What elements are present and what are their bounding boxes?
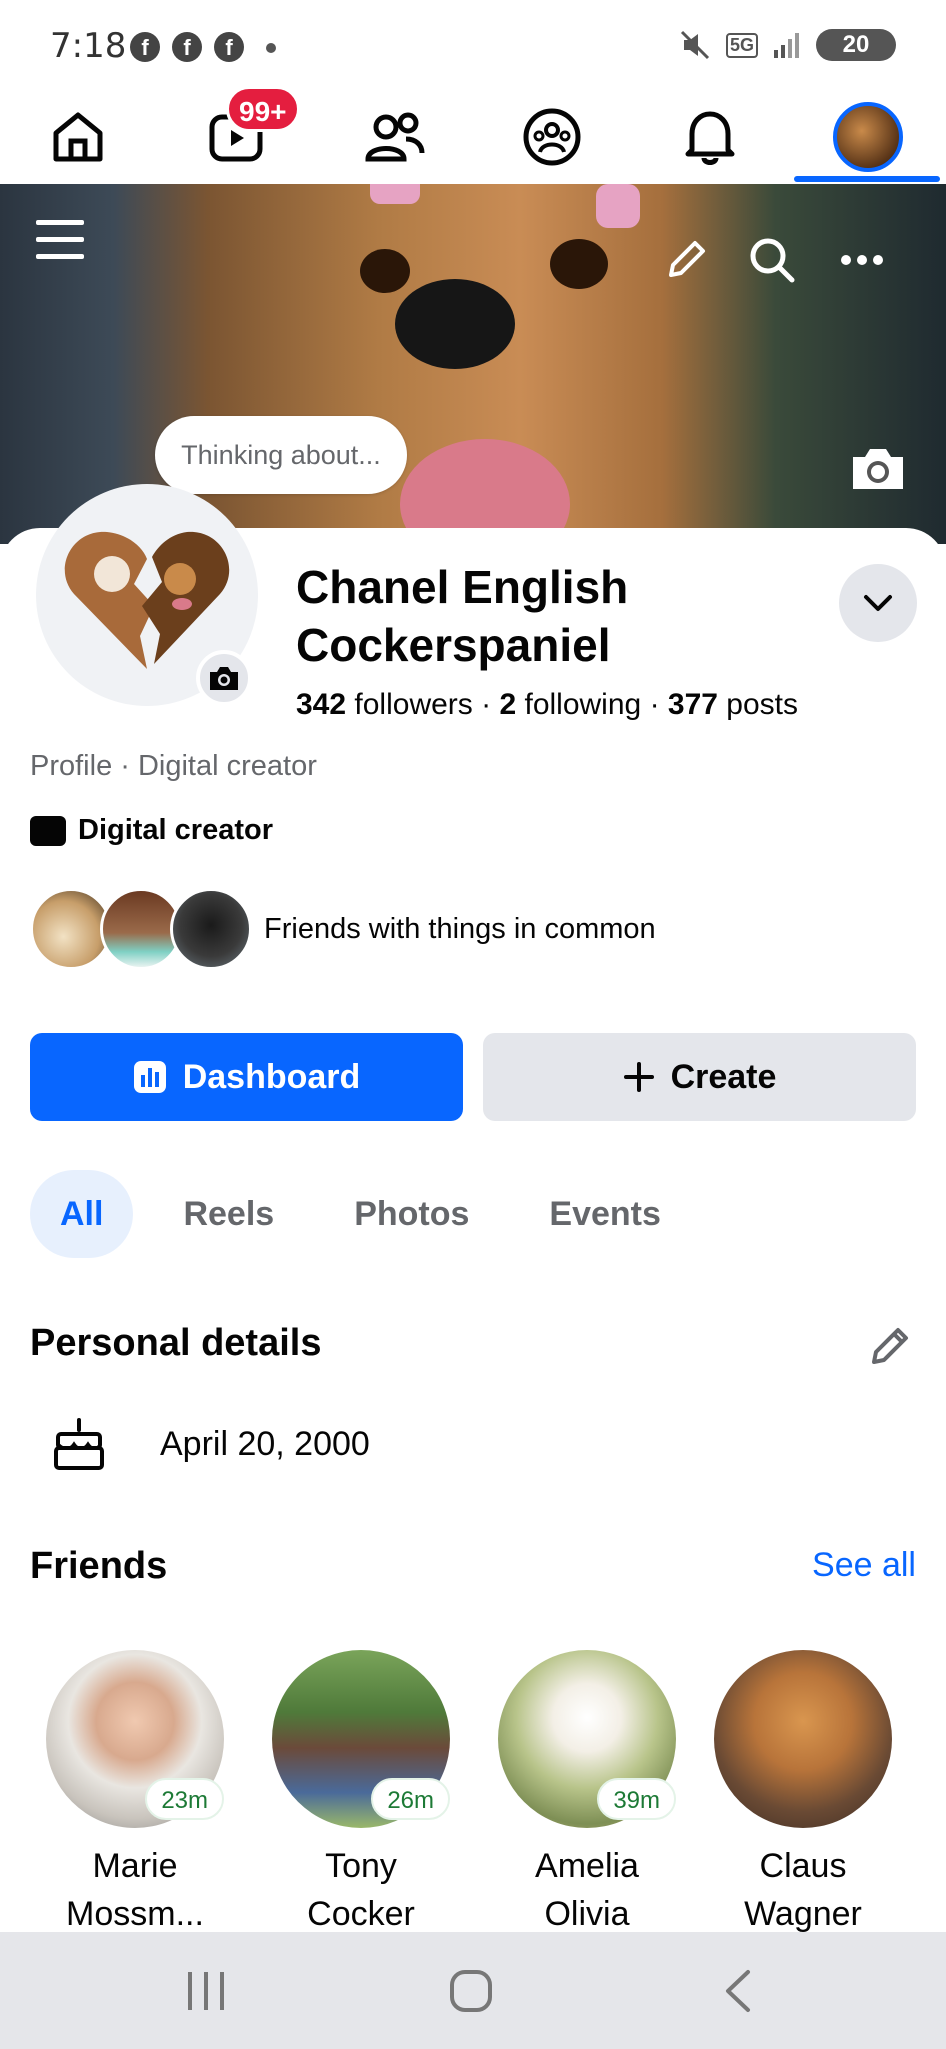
birthday-date: April 20, 2000 [160, 1424, 370, 1463]
top-navigation [0, 90, 946, 184]
tab-photos[interactable]: Photos [324, 1170, 499, 1258]
edit-cover-icon[interactable] [660, 234, 712, 286]
profile-name: Chanel English Cockerspaniel [296, 561, 629, 671]
friend-photo: 39m [498, 1650, 676, 1828]
dashboard-button[interactable]: Dashboard [30, 1033, 463, 1121]
profile-category: Digital creator [30, 814, 273, 847]
groups-icon [523, 108, 581, 166]
avatar-camera-icon[interactable] [196, 650, 252, 706]
tab-reels[interactable]: Reels [153, 1170, 304, 1258]
network-type-icon: 5G [725, 32, 758, 58]
edit-details-icon[interactable] [868, 1322, 914, 1373]
common-friend-avatar [170, 888, 252, 970]
notification-dot-icon [266, 43, 276, 53]
signal-icon [774, 33, 799, 58]
nav-friends[interactable] [324, 90, 464, 184]
facebook-notification-icon: f [214, 32, 244, 62]
tab-events[interactable]: Events [519, 1170, 691, 1258]
friend-active-time: 39m [597, 1778, 676, 1820]
cover-camera-icon[interactable] [848, 440, 908, 496]
friend-photo: 23m [46, 1650, 224, 1828]
clapperboard-icon [30, 815, 66, 846]
friend-active-time: 23m [145, 1778, 224, 1820]
search-icon[interactable] [746, 234, 798, 286]
friends-in-common[interactable]: Friends with things in common [30, 888, 656, 970]
friend-card[interactable]: Claus Wagner [703, 1650, 903, 1938]
cake-icon [54, 1418, 104, 1470]
following-label[interactable]: following [524, 688, 641, 721]
friend-name: Tony Cocker [307, 1847, 415, 1933]
category-label: Digital creator [78, 814, 273, 846]
friend-name: Claus Wagner [744, 1847, 862, 1933]
nav-profile[interactable] [798, 90, 938, 184]
dashboard-label: Dashboard [182, 1057, 361, 1096]
home-icon [53, 112, 103, 162]
back-icon[interactable] [718, 1968, 758, 2019]
profile-stats: 342 followers · 2 following · 377 posts [296, 688, 799, 721]
more-icon[interactable] [834, 240, 890, 280]
nav-home[interactable] [8, 90, 148, 184]
friend-name: Amelia Olivia [535, 1847, 639, 1933]
friend-photo [714, 1650, 892, 1828]
profile-avatar [833, 102, 903, 172]
posts-label: posts [726, 688, 799, 721]
create-button[interactable]: Create [483, 1033, 916, 1121]
profile-dropdown-button[interactable] [839, 564, 917, 642]
friends-in-common-label: Friends with things in common [264, 912, 656, 945]
nav-notifications[interactable] [640, 90, 780, 184]
posts-count: 377 [667, 688, 718, 721]
bell-icon [685, 111, 735, 165]
thought-bubble[interactable]: Thinking about... [155, 416, 407, 494]
friend-card[interactable]: 23m Marie Mossm... [35, 1650, 235, 1938]
home-button-icon[interactable] [448, 1968, 494, 2019]
personal-details-title: Personal details [30, 1322, 322, 1364]
friend-photo: 26m [272, 1650, 450, 1828]
profile-picture[interactable] [36, 484, 258, 706]
friend-name: Marie Mossm... [66, 1847, 204, 1933]
friends-icon [365, 112, 425, 162]
friend-card[interactable]: 39m Amelia Olivia [487, 1650, 687, 1938]
recent-apps-icon[interactable] [180, 1968, 232, 2019]
mute-icon [680, 30, 710, 60]
dashboard-icon [133, 1061, 166, 1093]
see-all-friends-link[interactable]: See all [812, 1546, 916, 1585]
active-tab-indicator [794, 176, 940, 182]
status-time: 7:18 [50, 26, 127, 66]
heart-photo [64, 531, 230, 669]
followers-count[interactable]: 342 [296, 688, 346, 721]
system-navigation-bar [0, 1932, 946, 2049]
friend-card[interactable]: 26m Tony Cocker [261, 1650, 461, 1938]
chevron-down-icon [864, 595, 892, 611]
birthday-row: April 20, 2000 [52, 1416, 370, 1472]
menu-icon[interactable] [30, 210, 90, 270]
tab-all[interactable]: All [30, 1170, 134, 1258]
friends-title: Friends [30, 1545, 168, 1587]
create-label: Create [670, 1057, 777, 1096]
profile-tabs: All Reels Photos Events [30, 1170, 711, 1258]
friend-active-time: 26m [371, 1778, 450, 1820]
facebook-notification-icon: f [172, 32, 202, 62]
followers-label[interactable]: followers [354, 688, 472, 721]
plus-icon [623, 1062, 654, 1092]
status-icons: 5G 20 [678, 28, 896, 62]
battery-icon: 20 [816, 29, 896, 61]
video-badge: 99+ [226, 86, 300, 132]
status-bar: 7:18 f f f 5G 20 [0, 0, 946, 90]
facebook-notification-icon: f [130, 32, 160, 62]
profile-subtitle: Profile · Digital creator [30, 750, 317, 782]
following-count[interactable]: 2 [499, 688, 516, 721]
nav-groups[interactable] [482, 90, 622, 184]
